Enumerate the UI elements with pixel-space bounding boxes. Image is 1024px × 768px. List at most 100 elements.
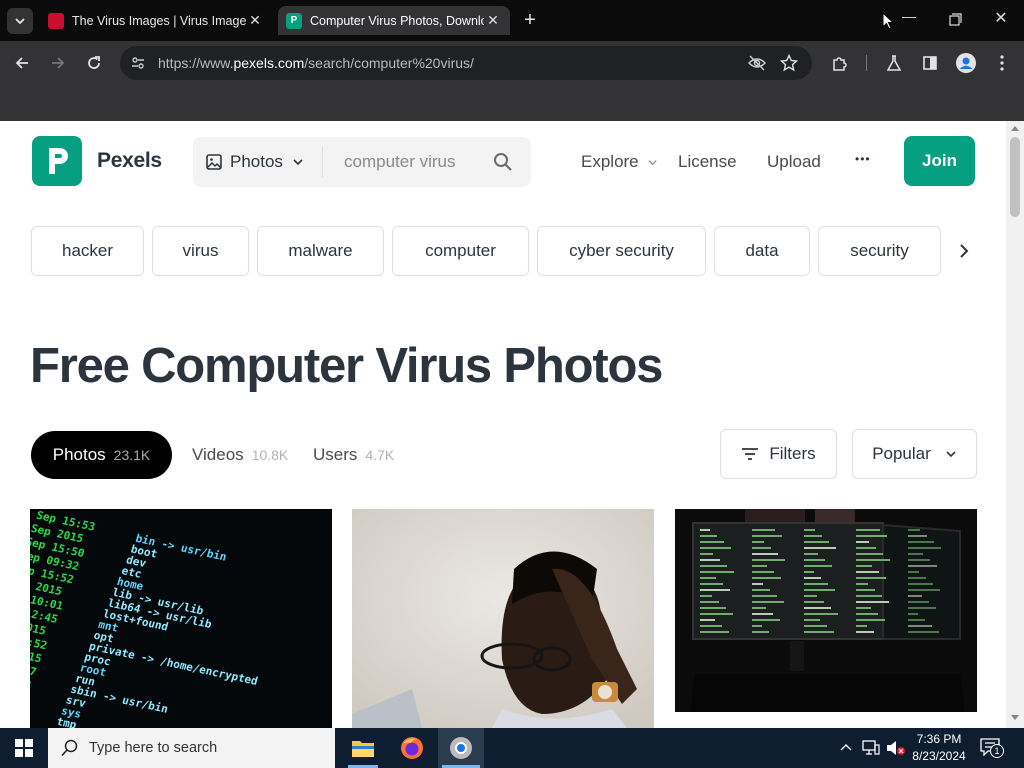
chip-cyber-security[interactable]: cyber security — [537, 226, 706, 276]
tab-videos[interactable]: Videos 10.8K — [192, 445, 288, 465]
close-tab-icon[interactable]: ✕ — [484, 12, 502, 29]
side-panel-button[interactable] — [914, 41, 946, 85]
avatar-icon — [956, 53, 976, 73]
monitor-text-line — [752, 583, 763, 585]
monitor-text-line — [856, 631, 874, 633]
pexels-logo[interactable] — [32, 136, 82, 186]
nav-explore[interactable]: Explore — [581, 152, 658, 172]
photo-stressed-man[interactable] — [352, 509, 654, 728]
chip-hacker[interactable]: hacker — [31, 226, 144, 276]
monitor-text-line — [804, 565, 832, 567]
scrollbar-thumb[interactable] — [1010, 137, 1020, 217]
back-button[interactable] — [6, 41, 38, 85]
address-bar[interactable]: https://www.pexels.com/search/computer%2… — [120, 46, 812, 80]
nav-license[interactable]: License — [678, 152, 737, 172]
search-bar: Photos computer virus — [193, 137, 531, 187]
monitor-text-line — [804, 541, 829, 543]
monitor-text-line — [804, 607, 831, 609]
new-tab-button[interactable]: + — [518, 8, 542, 32]
photo-monitors-dark-image — [675, 509, 977, 712]
page-title: Free Computer Virus Photos — [30, 339, 663, 393]
bookmarks-bar — [0, 85, 1024, 121]
monitor-text-line — [700, 577, 716, 579]
file-explorer-button[interactable] — [340, 728, 386, 768]
join-button[interactable]: Join — [904, 136, 975, 186]
monitor-text-line — [752, 601, 784, 603]
bookmark-star-icon[interactable] — [780, 54, 798, 72]
kebab-menu-icon — [1000, 55, 1004, 71]
photo-terminal-green[interactable]: Sep 15:53 Sep 2015 Sep 15:50 Sep 09:32 Sep 1… — [30, 509, 332, 728]
more-menu-button[interactable]: ••• — [855, 152, 871, 166]
monitor-text-line — [804, 583, 828, 585]
monitor-text-line — [804, 589, 835, 591]
search-icon[interactable] — [493, 152, 513, 172]
restore-button[interactable] — [942, 10, 968, 32]
chip-computer[interactable]: computer — [392, 226, 529, 276]
chip-malware[interactable]: malware — [257, 226, 384, 276]
scroll-down-arrow-icon[interactable] — [1011, 715, 1019, 721]
folder-icon — [352, 741, 374, 757]
monitor-text-line — [752, 613, 773, 615]
clock[interactable]: 7:36 PM 8/23/2024 — [906, 731, 972, 765]
page-scrollbar[interactable] — [1006, 121, 1024, 728]
network-icon[interactable] — [862, 740, 880, 756]
search-type-dropdown[interactable]: Photos — [205, 137, 304, 187]
monitor-text-line — [752, 559, 785, 561]
forward-button[interactable] — [42, 41, 74, 85]
eye-off-icon[interactable] — [747, 54, 767, 72]
chip-virus[interactable]: virus — [152, 226, 249, 276]
filters-button[interactable]: Filters — [720, 429, 837, 479]
taskbar-search-box[interactable]: Type here to search — [48, 728, 335, 768]
firefox-button[interactable] — [389, 728, 435, 768]
labs-button[interactable] — [878, 41, 910, 85]
monitor-text-line — [700, 619, 715, 621]
close-window-button[interactable]: ✕ — [988, 8, 1014, 32]
monitor-text-line — [856, 577, 886, 579]
photo-monitors-dark[interactable] — [675, 509, 977, 712]
notification-center-button[interactable]: 1 — [980, 738, 1006, 760]
favicon-icon: P — [286, 12, 302, 29]
monitor-text-line — [752, 619, 780, 621]
volume-muted-icon[interactable] — [886, 740, 906, 756]
sort-label: Popular — [872, 444, 931, 463]
monitor-text-line — [908, 541, 934, 543]
tab-users[interactable]: Users 4.7K — [313, 445, 394, 465]
scroll-up-arrow-icon[interactable] — [1011, 125, 1019, 131]
search-input[interactable]: computer virus — [344, 152, 455, 172]
monitor-text-line — [752, 589, 770, 591]
extensions-button[interactable] — [824, 41, 856, 85]
monitor-text-line — [752, 625, 762, 627]
sort-dropdown[interactable]: Popular — [852, 429, 977, 479]
minimize-button[interactable]: — — [896, 8, 922, 32]
terminal-text-line: private -> /home/encrypted — [88, 640, 260, 688]
chevron-right-icon[interactable] — [957, 243, 971, 259]
monitor-text-line — [804, 529, 815, 531]
reload-button[interactable] — [78, 41, 110, 85]
monitor-text-line — [856, 571, 879, 573]
chip-security[interactable]: security — [818, 226, 941, 276]
monitor-text-line — [908, 559, 930, 561]
tab-search-button[interactable] — [7, 8, 33, 34]
tab-photos[interactable]: Photos 23.1K — [31, 431, 172, 479]
start-button[interactable] — [0, 728, 48, 768]
search-type-label: Photos — [230, 152, 283, 171]
monitor-text-line — [700, 541, 724, 543]
site-settings-icon[interactable] — [130, 55, 146, 71]
tab-virus-images[interactable]: The Virus Images | Virus Images ✕ — [40, 6, 272, 35]
tab-computer-virus-photos[interactable]: P Computer Virus Photos, Download ✕ — [278, 6, 510, 35]
search-icon — [61, 739, 78, 757]
brand-name[interactable]: Pexels — [97, 149, 162, 173]
monitor-text-line — [700, 589, 730, 591]
chip-data[interactable]: data — [714, 226, 810, 276]
nav-upload[interactable]: Upload — [767, 152, 821, 172]
profile-button[interactable] — [950, 41, 982, 85]
chips-fade — [941, 226, 1006, 276]
chrome-button[interactable] — [438, 728, 484, 768]
monitor-text-line — [908, 571, 919, 573]
menu-button[interactable] — [986, 41, 1018, 85]
close-tab-icon[interactable]: ✕ — [246, 12, 264, 29]
clock-date: 8/23/2024 — [912, 749, 966, 763]
url-text[interactable]: https://www.pexels.com/search/computer%2… — [158, 55, 474, 71]
show-hidden-icons-chevron-icon[interactable] — [840, 742, 852, 752]
tab-photos-count: 23.1K — [113, 447, 151, 463]
